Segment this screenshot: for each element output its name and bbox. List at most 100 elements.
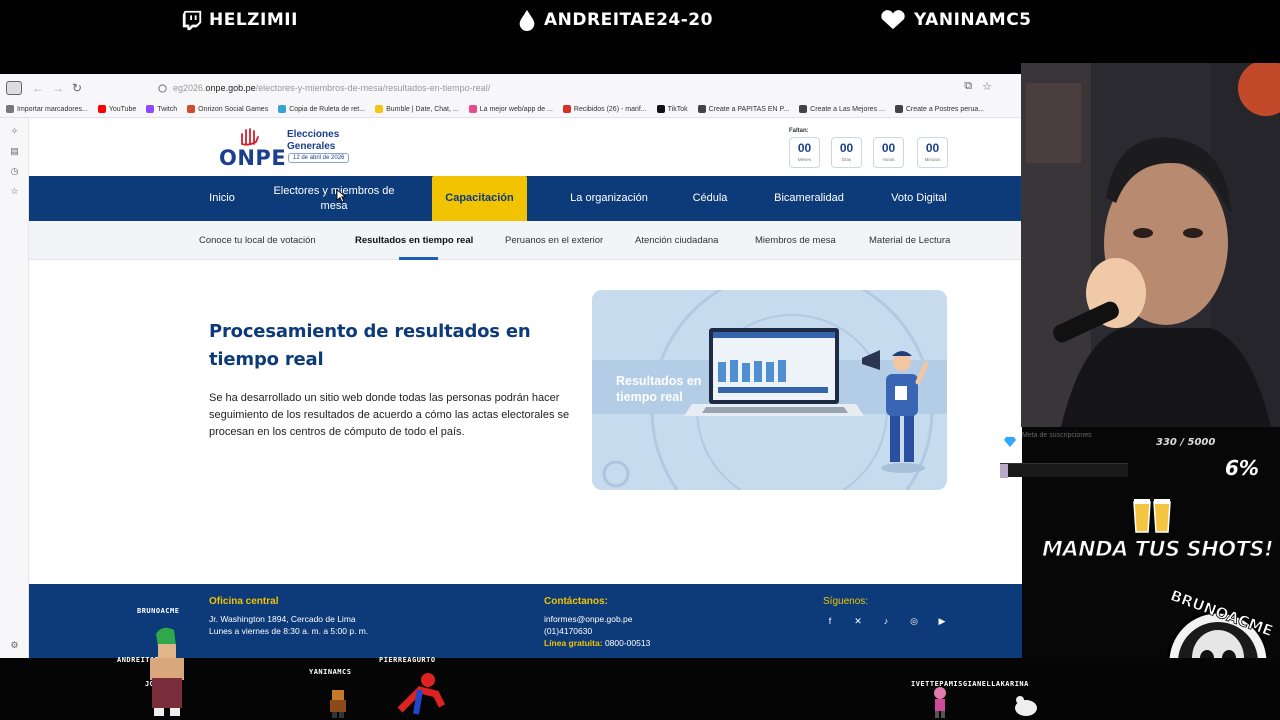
tab-actions-button[interactable] bbox=[6, 81, 22, 95]
instagram-icon[interactable]: ◎ bbox=[907, 614, 921, 628]
bookmark-item[interactable]: Twitch bbox=[146, 105, 177, 113]
site-info-icon[interactable] bbox=[158, 83, 167, 93]
footer-address: Jr. Washington 1894, Cercado de Lima bbox=[209, 614, 356, 624]
install-app-icon[interactable]: ⧉ bbox=[964, 80, 972, 93]
hotline-label: Línea gratuita: bbox=[544, 638, 603, 648]
sparkle-icon[interactable]: ✧ bbox=[9, 126, 20, 137]
nav-bicameralidad[interactable]: Bicameralidad bbox=[765, 176, 853, 221]
goal-progress-bar bbox=[1000, 463, 1128, 478]
x-icon[interactable]: ✕ bbox=[851, 614, 865, 628]
streamer-name: ANDREITAE24-20 bbox=[544, 10, 713, 30]
bookmark-item[interactable]: Bumble | Date, Chat, ... bbox=[375, 105, 459, 113]
bookmark-item[interactable]: TikTok bbox=[656, 105, 688, 113]
tiktok-icon[interactable]: ♪ bbox=[879, 614, 893, 628]
countdown-unit-label: Horas bbox=[882, 157, 895, 162]
footer-social-heading: Síguenos: bbox=[823, 596, 869, 607]
hotline-number[interactable]: 0800-00513 bbox=[605, 638, 650, 648]
forward-icon[interactable]: → bbox=[52, 81, 64, 95]
bookmark-favicon-icon bbox=[6, 105, 14, 113]
footer-hotline: Línea gratuita: 0800-00513 bbox=[544, 638, 650, 648]
page-title: Procesamiento de resultados en tiempo re… bbox=[209, 321, 531, 370]
bookmark-label: Create a Postres perua... bbox=[905, 105, 985, 113]
countdown-unit: 00 Minutos bbox=[917, 137, 948, 168]
nav-voto-digital[interactable]: Voto Digital bbox=[883, 176, 955, 221]
nav-inicio[interactable]: Inicio bbox=[201, 176, 243, 221]
gmail-icon bbox=[562, 105, 571, 113]
countdown-value: 00 bbox=[839, 141, 854, 155]
main-navigation: Inicio Electores y miembros de mesa Capa… bbox=[29, 176, 1022, 221]
countdown-label: Faltan: bbox=[789, 128, 809, 134]
streamer-name: YANINAMC5 bbox=[914, 10, 1032, 30]
bookmark-label: YouTube bbox=[108, 105, 137, 113]
bookmarks-bar: Importar marcadores... YouTube Twitch On… bbox=[6, 102, 1016, 116]
bookmark-favicon-icon bbox=[697, 105, 706, 113]
bookmark-label: Onrizon Social Games bbox=[198, 105, 269, 113]
footer-contact-heading: Contáctanos: bbox=[544, 596, 608, 607]
stream-overlay-bottom bbox=[0, 658, 1280, 720]
site-header: ONPE Elecciones Generales 12 de abril de… bbox=[29, 118, 1022, 176]
bookmark-item[interactable]: Create a Las Mejores ... bbox=[799, 105, 885, 113]
bookmark-label: La mejor web/app de ... bbox=[479, 105, 553, 113]
page-description: Se ha desarrollado un sitio web donde to… bbox=[209, 392, 570, 438]
webcam-feed bbox=[1021, 63, 1280, 427]
subnav-peruanos-exterior[interactable]: Peruanos en el exterior bbox=[505, 221, 603, 260]
streamer-tag: HELZIMII bbox=[181, 6, 298, 34]
goal-count: 330 / 5000 bbox=[1156, 437, 1216, 448]
facebook-icon[interactable]: f bbox=[823, 614, 837, 628]
bookmark-item[interactable]: Create a PAPITAS EN P... bbox=[697, 105, 790, 113]
back-icon[interactable]: ← bbox=[32, 81, 44, 95]
history-icon[interactable]: ◷ bbox=[9, 166, 20, 177]
goal-label: Meta de suscripciones bbox=[1022, 432, 1092, 439]
streamer-name: HELZIMII bbox=[209, 10, 298, 30]
bookmark-item[interactable]: Copia de Ruleta de ret... bbox=[278, 105, 365, 113]
chatter-name: PIERREAGURTO bbox=[379, 656, 436, 664]
footer-email[interactable]: informes@onpe.gob.pe bbox=[544, 614, 633, 624]
raised-hand-icon bbox=[241, 128, 259, 146]
mouse-cursor-icon bbox=[336, 189, 347, 203]
tiktok-icon bbox=[656, 105, 665, 113]
logo-title-line: Generales bbox=[287, 141, 336, 152]
reading-list-icon[interactable]: ▤ bbox=[9, 146, 20, 157]
onpe-logo[interactable]: ONPE Elecciones Generales 12 de abril de… bbox=[219, 126, 354, 170]
bookmark-item[interactable]: Create a Postres perua... bbox=[894, 105, 985, 113]
youtube-icon[interactable]: ▶ bbox=[935, 614, 949, 628]
settings-gear-icon[interactable]: ⚙ bbox=[9, 640, 20, 651]
bookmarks-icon[interactable]: ☆ bbox=[9, 186, 20, 197]
goal-progress-fill bbox=[1000, 464, 1009, 478]
bookmark-favicon-icon bbox=[894, 105, 903, 113]
subnav-resultados[interactable]: Resultados en tiempo real bbox=[355, 221, 473, 260]
footer-phone[interactable]: (01)4170630 bbox=[544, 626, 592, 636]
subnav-material-lectura[interactable]: Material de Lectura bbox=[869, 221, 950, 260]
bookmark-label: Create a Las Mejores ... bbox=[810, 105, 885, 113]
subnav-miembros-mesa[interactable]: Miembros de mesa bbox=[755, 221, 836, 260]
address-bar[interactable]: eg2026.onpe.gob.pe/electores-y-miembros-… bbox=[158, 80, 994, 96]
countdown-value: 00 bbox=[797, 141, 812, 155]
bookmark-item[interactable]: Recibidos (26) - marif... bbox=[562, 105, 647, 113]
streamer-tag: ANDREITAE24-20 bbox=[516, 6, 713, 34]
bookmark-label: Twitch bbox=[157, 105, 178, 113]
nav-electores[interactable]: Electores y miembros de mesa bbox=[273, 176, 395, 221]
bookmark-star-icon[interactable]: ☆ bbox=[982, 80, 992, 93]
bookmark-item[interactable]: Importar marcadores... bbox=[6, 105, 88, 113]
bookmark-label: Create a PAPITAS EN P... bbox=[708, 105, 790, 113]
subnav-atencion-ciudadana[interactable]: Atención ciudadana bbox=[635, 221, 718, 260]
reload-icon[interactable]: ↻ bbox=[72, 81, 82, 95]
nav-capacitacion[interactable]: Capacitación bbox=[432, 176, 527, 221]
twitch-icon bbox=[182, 10, 202, 31]
footer-office-heading: Oficina central bbox=[209, 596, 279, 607]
bookmark-label: TikTok bbox=[667, 105, 688, 113]
subnav-local-votacion[interactable]: Conoce tu local de votación bbox=[199, 221, 316, 260]
diamond-icon bbox=[1004, 437, 1016, 447]
nav-cedula[interactable]: Cédula bbox=[685, 176, 735, 221]
countdown-unit-label: Minutos bbox=[924, 157, 941, 162]
chatter-avatar-icon bbox=[150, 627, 184, 716]
bookmark-item[interactable]: La mejor web/app de ... bbox=[468, 105, 553, 113]
nav-la-organizacion[interactable]: La organización bbox=[559, 176, 659, 221]
bookmark-item[interactable]: Onrizon Social Games bbox=[187, 105, 268, 113]
bookmark-favicon-icon bbox=[278, 105, 287, 113]
bookmark-item[interactable]: YouTube bbox=[97, 105, 137, 113]
chatter-name: IVETTEPAMISGIANELLAKARINA bbox=[911, 680, 1029, 688]
twitch-icon bbox=[146, 105, 155, 113]
chatter-name: YANINAMCS bbox=[309, 668, 352, 676]
browser-toolbar: ← → ↻ eg2026.onpe.gob.pe/electores-y-mie… bbox=[0, 74, 1022, 118]
